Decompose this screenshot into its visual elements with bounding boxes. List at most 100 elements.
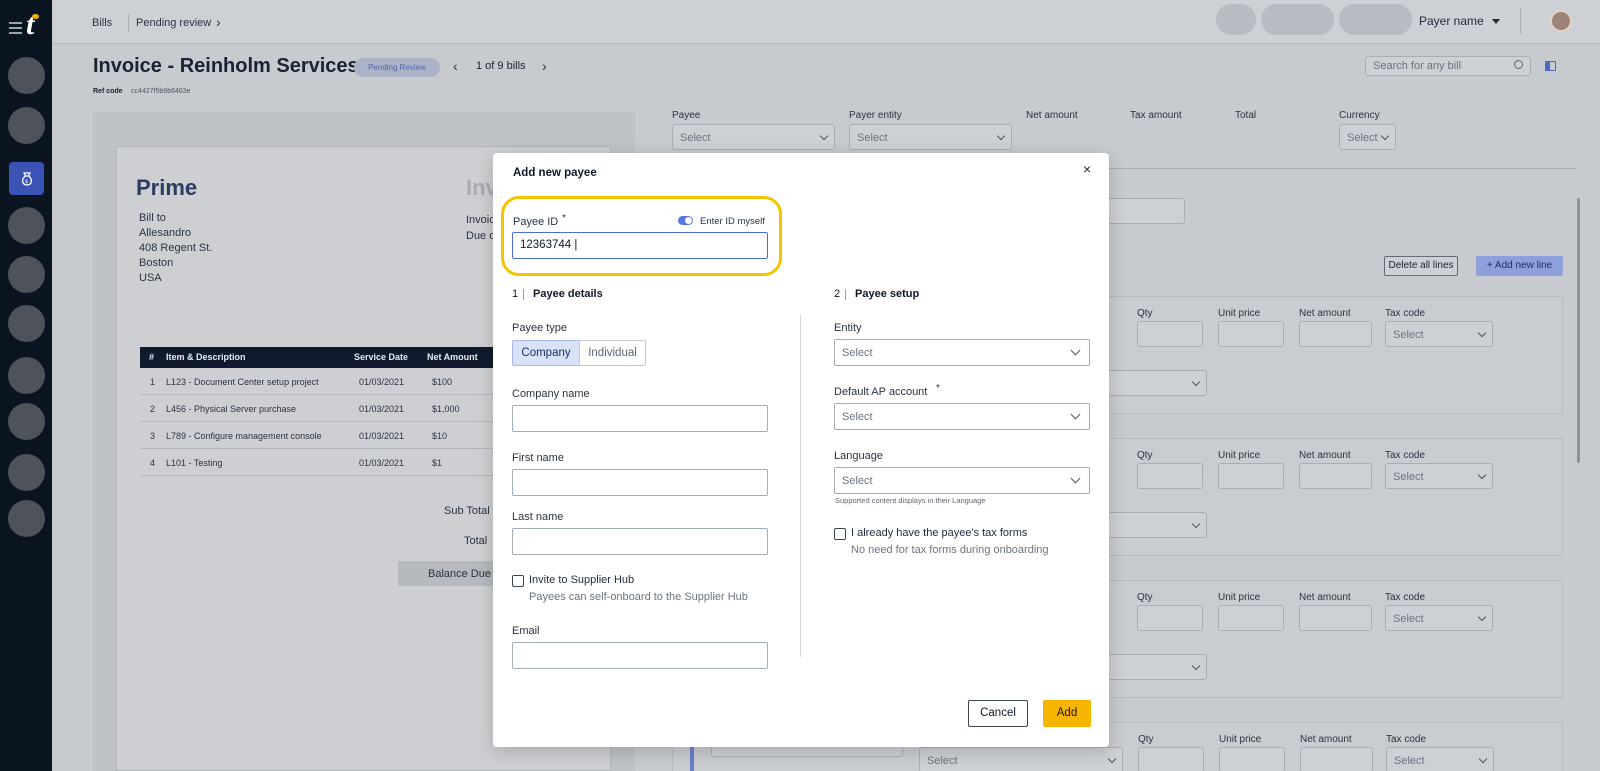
payer-name-dropdown[interactable]: Payer name (1419, 14, 1484, 28)
chevron-down-icon (1477, 328, 1487, 338)
line-item-card: Qty Unit price Net amount Tax code Selec… (1090, 580, 1563, 698)
select-placeholder: Select (1393, 613, 1424, 625)
cell: L123 - Document Center setup project (166, 377, 319, 387)
cell: L456 - Physical Server purchase (166, 404, 297, 414)
invite-supplier-hub-label[interactable]: Invite to Supplier Hub (529, 574, 634, 586)
close-icon[interactable]: × (1083, 162, 1091, 176)
breadcrumb-pending-review[interactable]: Pending review (136, 17, 211, 29)
side-panel-toggle-icon[interactable] (1545, 61, 1556, 71)
bill-to-line: 408 Regent St. (139, 242, 213, 254)
chevron-down-icon (996, 131, 1006, 141)
previous-bill-chevron-icon[interactable]: ‹ (453, 58, 458, 74)
chevron-down-icon (819, 131, 829, 141)
user-avatar[interactable] (1550, 10, 1572, 32)
placeholder-pill[interactable] (1339, 4, 1412, 35)
qty-input[interactable] (1137, 605, 1203, 631)
unit-price-label: Unit price (1218, 592, 1261, 603)
add-new-line-button[interactable]: + Add new line (1476, 256, 1563, 276)
payee-type-label: Payee type (512, 322, 568, 334)
section-number: 1 (512, 288, 519, 300)
qty-input[interactable] (1137, 463, 1203, 489)
unit-price-input[interactable] (1218, 463, 1284, 489)
money-bag-icon: $ (21, 171, 32, 186)
nav-item-icon[interactable] (8, 500, 45, 537)
entity-select[interactable]: Select (834, 339, 1090, 366)
currency-select[interactable]: Select (1339, 124, 1396, 150)
language-select[interactable]: Select (834, 467, 1090, 494)
left-nav-rail: t $ (0, 0, 52, 771)
status-badge: Pending Review (354, 58, 440, 77)
qty-label: Qty (1138, 734, 1154, 745)
nav-item-icon[interactable] (8, 57, 45, 94)
net-amount-label: Net amount (1299, 592, 1351, 603)
invite-supplier-hub-checkbox[interactable] (512, 575, 524, 587)
nav-item-icon[interactable] (8, 357, 45, 394)
add-button[interactable]: Add (1043, 700, 1091, 727)
enter-id-toggle-label[interactable]: Enter ID myself (700, 216, 765, 227)
nav-item-icon[interactable] (8, 403, 45, 440)
nav-item-icon[interactable] (8, 107, 45, 144)
email-input[interactable] (512, 642, 768, 669)
tax-code-select[interactable]: Select (1385, 605, 1493, 631)
payee-type-company-option[interactable]: Company (512, 340, 580, 366)
company-name-input[interactable] (512, 405, 768, 432)
placeholder-pill[interactable] (1261, 4, 1334, 35)
nav-item-icon[interactable] (8, 207, 45, 244)
default-ap-account-label: Default AP account (834, 386, 928, 398)
net-amount-input[interactable] (1300, 747, 1373, 771)
net-amount-input[interactable] (1299, 321, 1372, 347)
qty-input[interactable] (1137, 321, 1203, 347)
ref-code-label: Ref code (93, 88, 123, 95)
caret-down-icon[interactable] (1492, 19, 1500, 24)
chevron-down-icon (1070, 409, 1081, 420)
tax-amount-header-label: Tax amount (1130, 110, 1182, 121)
net-amount-label: Net amount (1299, 308, 1351, 319)
breadcrumb-bills[interactable]: Bills (92, 17, 112, 29)
unit-price-input[interactable] (1219, 747, 1285, 771)
payee-id-input[interactable]: 12363744 | (512, 232, 768, 259)
last-name-label: Last name (512, 511, 564, 523)
tax-code-select[interactable]: Select (1385, 321, 1493, 347)
add-new-payee-modal: Add new payee × Payee ID * Enter ID myse… (493, 153, 1109, 747)
unit-price-input[interactable] (1218, 605, 1284, 631)
line-select[interactable]: Select (919, 747, 1123, 771)
payee-select[interactable]: Select (672, 124, 835, 150)
qty-label: Qty (1137, 308, 1153, 319)
unit-price-input[interactable] (1218, 321, 1284, 347)
tax-forms-label[interactable]: I already have the payee's tax forms (851, 527, 1027, 539)
tax-code-label: Tax code (1386, 734, 1427, 745)
hamburger-menu-icon[interactable] (9, 22, 22, 34)
tax-forms-helper-text: No need for tax forms during onboarding (851, 544, 1049, 556)
payer-entity-select[interactable]: Select (849, 124, 1012, 150)
last-name-input[interactable] (512, 528, 768, 555)
delete-all-lines-button[interactable]: Delete all lines (1384, 256, 1458, 276)
select-placeholder: Select (680, 132, 711, 144)
cancel-button[interactable]: Cancel (968, 700, 1028, 727)
net-amount-header-label: Net amount (1026, 110, 1078, 121)
qty-input[interactable] (1138, 747, 1204, 771)
search-icon[interactable] (1514, 60, 1523, 69)
invoice-table-row: 2 L456 - Physical Server purchase 01/03/… (140, 395, 500, 422)
nav-item-icon[interactable] (8, 454, 45, 491)
bill-search-input[interactable]: Search for any bill (1365, 56, 1531, 76)
net-amount-input[interactable] (1299, 605, 1372, 631)
default-ap-account-select[interactable]: Select (834, 403, 1090, 430)
nav-item-icon[interactable] (8, 305, 45, 342)
nav-item-icon[interactable] (8, 256, 45, 293)
placeholder-pill[interactable] (1216, 4, 1256, 35)
invoice-table-header: # Item & Description Service Date Net Am… (140, 347, 500, 368)
sub-total-label: Sub Total (444, 505, 490, 517)
invite-helper-text: Payees can self-onboard to the Supplier … (529, 591, 748, 603)
tax-code-select[interactable]: Select (1386, 747, 1494, 771)
next-bill-chevron-icon[interactable]: › (542, 58, 547, 74)
nav-item-bills-active[interactable]: $ (9, 162, 44, 195)
section-divider (523, 289, 524, 300)
cell: $1 (432, 458, 443, 468)
net-amount-input[interactable] (1299, 463, 1372, 489)
form-scrollbar[interactable] (1577, 198, 1580, 463)
invoice-meta-line: Due d (466, 230, 496, 242)
tax-code-select[interactable]: Select (1385, 463, 1493, 489)
first-name-input[interactable] (512, 469, 768, 496)
tax-forms-checkbox[interactable] (834, 528, 846, 540)
payee-type-individual-option[interactable]: Individual (579, 340, 646, 366)
